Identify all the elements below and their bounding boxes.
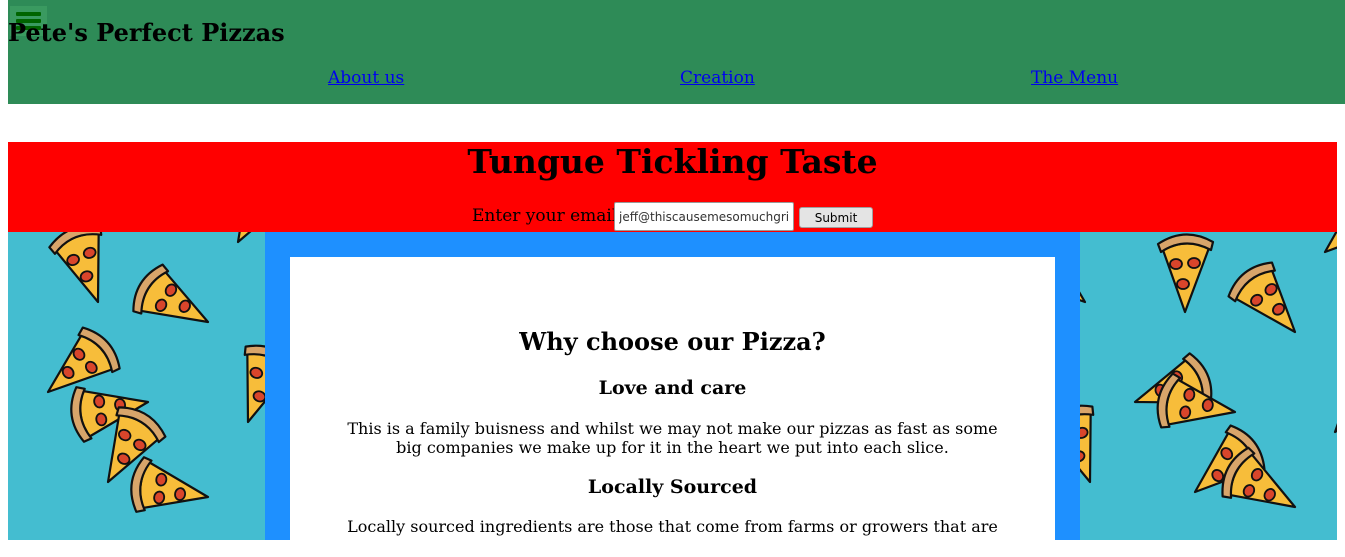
pizza-slice-icon [130,456,210,513]
email-input[interactable] [614,202,794,231]
pizza-slice-pattern-image [1080,232,1337,509]
content-frame: Why choose our Pizza? Love and care This… [265,232,1080,557]
email-label: Enter your email [472,206,618,226]
pizza-slice-icon [1333,366,1337,434]
site-title: Pete's Perfect Pizzas [8,18,285,47]
pizza-pattern-left [8,232,265,540]
pizza-slice-icon [48,232,103,304]
pizza-slice-icon [243,344,265,424]
email-signup-form: Enter your email Submit [8,202,1337,232]
pizza-slice-icon [132,263,210,324]
nav-link-the-menu[interactable]: The Menu [1031,68,1118,88]
paragraph-locally-sourced: Locally sourced ingredients are those th… [347,517,998,536]
banner-heading: Tungue Tickling Taste [467,142,878,181]
section-heading: Why choose our Pizza? [519,327,826,356]
paragraph-love-and-care: This is a family buisness and whilst we … [347,419,998,457]
content-card: Why choose our Pizza? Love and care This… [290,257,1055,557]
pizza-slice-icon [236,232,265,244]
pizza-slice-pattern-image [8,232,265,513]
submit-button[interactable]: Submit [799,207,873,228]
pizza-slice-icon [1080,244,1087,304]
pizza-slice-icon [1227,261,1297,334]
subheading-love-and-care: Love and care [598,377,747,399]
nav-link-creation[interactable]: Creation [680,68,755,88]
pizza-slice-icon [1323,232,1337,254]
subheading-locally-sourced: Locally Sourced [587,476,758,498]
site-header: Pete's Perfect Pizzas About us Creation … [8,0,1345,104]
pizza-slice-icon [8,395,24,490]
pizza-slice-icon [1080,404,1095,484]
pizza-pattern-right [1080,232,1337,540]
pizza-slice-icon [1156,233,1215,314]
hero-banner: Tungue Tickling Taste Enter your email S… [8,142,1337,232]
nav-link-about-us[interactable]: About us [328,68,404,88]
